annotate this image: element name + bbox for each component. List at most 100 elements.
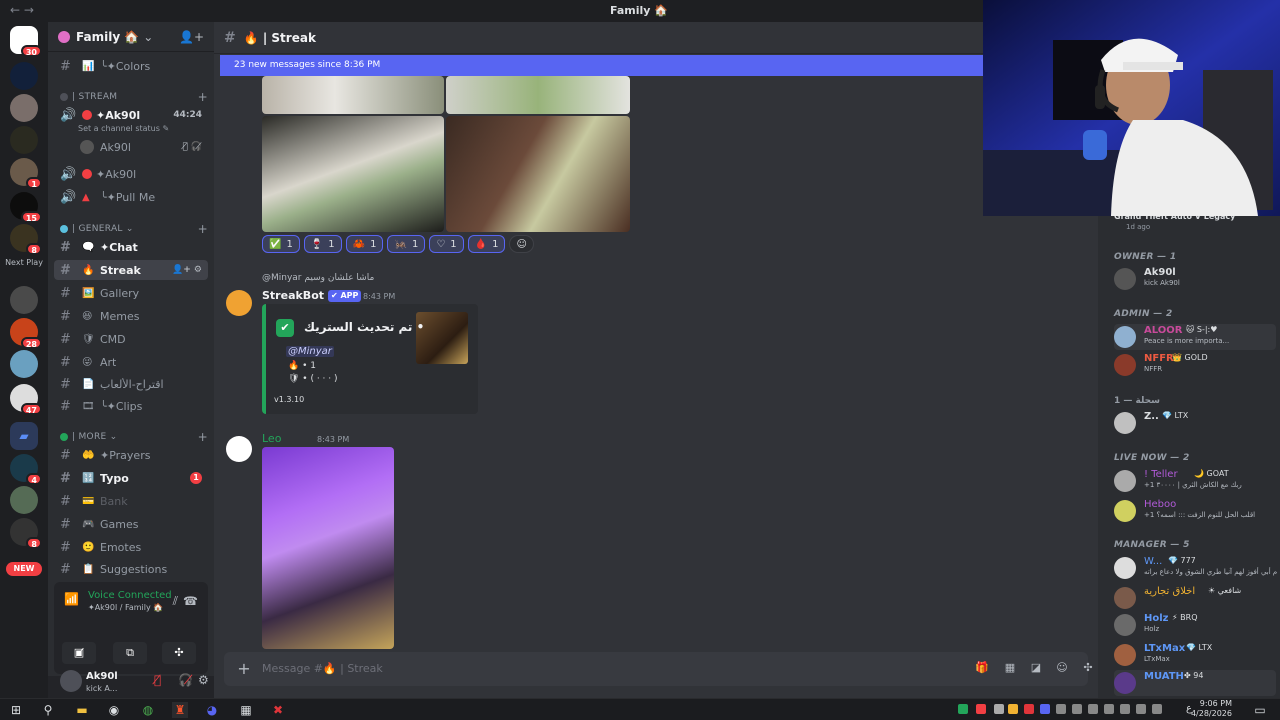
attachment-image[interactable] bbox=[446, 76, 630, 114]
channel-status[interactable]: Set a channel status ✎ bbox=[78, 124, 169, 133]
member-row[interactable]: ! Teller 🌙 GOAT +1 ربك مع الكاش الثري | … bbox=[1114, 468, 1276, 494]
channel-colors[interactable]: # 📊 ╰✦Colors bbox=[54, 56, 208, 76]
tray-icon[interactable] bbox=[994, 704, 1004, 714]
tray-icon[interactable] bbox=[1072, 704, 1082, 714]
user-mention[interactable]: @Minyar bbox=[286, 346, 334, 357]
author-name[interactable]: Leo bbox=[262, 432, 281, 445]
settings-icon[interactable]: 👤+ ⚙ bbox=[172, 265, 202, 275]
channel-art[interactable]: # 😜 Art bbox=[54, 352, 208, 372]
folder-icon[interactable]: ▰ bbox=[10, 422, 38, 450]
voice-channel-ak90l[interactable]: 🔊 ✦Ak90l 44:24 bbox=[54, 105, 208, 125]
tray-icon[interactable] bbox=[1136, 704, 1146, 714]
tray-icon[interactable] bbox=[1152, 704, 1162, 714]
attachment-image[interactable] bbox=[262, 447, 394, 649]
server-icon[interactable]: 8 bbox=[10, 224, 42, 255]
app-icon[interactable]: ▦ bbox=[238, 702, 254, 718]
server-icon[interactable]: 15 bbox=[10, 192, 42, 223]
tray-icon[interactable] bbox=[1040, 704, 1050, 714]
mic-muted-icon[interactable]: 🎙̸ bbox=[154, 673, 161, 687]
screen-share-button[interactable]: ⧉ bbox=[113, 642, 147, 664]
tray-icon[interactable] bbox=[1104, 704, 1114, 714]
member-row[interactable]: W... 💎 777 م أبي أفوز لهم آنيا طري الشوق… bbox=[1114, 555, 1277, 581]
member-row[interactable]: Heboo +1 اقلب الحل للنوم الزفت ::: اسمه؟ bbox=[1114, 498, 1276, 524]
avatar[interactable] bbox=[60, 670, 82, 692]
tray-icon[interactable] bbox=[958, 704, 968, 714]
gif-icon[interactable]: ▦ bbox=[1002, 661, 1018, 677]
activities-button[interactable]: ✣ bbox=[162, 642, 196, 664]
gift-icon[interactable]: 🎁 bbox=[974, 661, 990, 677]
server-icon[interactable] bbox=[10, 486, 38, 514]
file-explorer-icon[interactable]: ▬ bbox=[74, 702, 90, 718]
attachment-image[interactable] bbox=[262, 76, 444, 114]
brave-icon[interactable]: ♜ bbox=[172, 702, 188, 718]
channel-streak[interactable]: # 🔥 Streak 👤+ ⚙ bbox=[54, 260, 208, 280]
server-icon[interactable]: 28 bbox=[10, 318, 42, 349]
streakbot-avatar[interactable] bbox=[226, 290, 252, 316]
server-icon[interactable]: 47 bbox=[10, 384, 42, 415]
voice-channel-ak90l-2[interactable]: 🔊 ✦Ak90l bbox=[54, 164, 208, 184]
member-row[interactable]: Ak90l kick Ak90l bbox=[1114, 266, 1276, 292]
category-more[interactable]: | MORE ⌄ + bbox=[60, 430, 208, 444]
server-icon[interactable] bbox=[10, 62, 38, 90]
member-row[interactable]: اخلاق تجارية ☀ شافعي bbox=[1114, 585, 1276, 611]
tray-icon[interactable] bbox=[1024, 704, 1034, 714]
reaction[interactable]: 🩸 1 bbox=[467, 235, 506, 253]
tray-icon[interactable] bbox=[1056, 704, 1066, 714]
new-messages-bar[interactable]: 23 new messages since 8:36 PM bbox=[220, 55, 984, 76]
tray-icon[interactable] bbox=[1088, 704, 1098, 714]
category-stream[interactable]: | STREAM + bbox=[60, 90, 208, 104]
message-input[interactable]: Message #🔥 | Streak bbox=[262, 662, 383, 675]
member-row[interactable]: Z.. 💎 LTX bbox=[1114, 410, 1276, 436]
reaction[interactable]: ♡ 1 bbox=[429, 235, 464, 253]
bot-name[interactable]: StreakBot bbox=[262, 289, 324, 302]
history-nav[interactable]: ← → bbox=[10, 3, 34, 17]
server-icon[interactable] bbox=[10, 286, 38, 314]
add-member-icon[interactable]: 👤+ bbox=[179, 30, 204, 44]
sticker-icon[interactable]: ◪ bbox=[1028, 661, 1044, 677]
channel-games[interactable]: # 🎮 Games bbox=[54, 514, 208, 534]
search-icon[interactable]: ⚲ bbox=[40, 702, 56, 718]
member-row[interactable]: LTxMax 💎 LTX LTxMax bbox=[1114, 642, 1276, 668]
channel-gallery[interactable]: # 🖼️ Gallery bbox=[54, 283, 208, 303]
disconnect-icon[interactable]: ☎ bbox=[183, 594, 198, 608]
obs-icon[interactable]: ◉ bbox=[106, 702, 122, 718]
noise-suppression-icon[interactable]: ⫽ bbox=[173, 594, 178, 609]
reaction[interactable]: 🦀 1 bbox=[345, 235, 384, 253]
channel-suggestions[interactable]: # 📋 Suggestions bbox=[54, 559, 208, 579]
emoji-icon[interactable]: ☺ bbox=[1054, 661, 1070, 677]
gear-icon[interactable]: ⚙ bbox=[198, 673, 209, 687]
next-play-label[interactable]: Next Play bbox=[4, 258, 44, 268]
discord-icon[interactable]: ◕ bbox=[204, 702, 220, 718]
server-icon[interactable] bbox=[10, 94, 38, 122]
channel-cmd[interactable]: # 🛡 CMD bbox=[54, 329, 208, 349]
server-icon[interactable] bbox=[10, 126, 38, 154]
add-reaction-button[interactable]: ☺ bbox=[509, 235, 534, 253]
channel-clips[interactable]: # 🎞 ╰✦Clips bbox=[54, 396, 208, 416]
channel-typo[interactable]: # 🔢 Typo 1 bbox=[54, 468, 208, 488]
voice-user[interactable]: Ak90l 🎙̸ 🎧̸ bbox=[74, 137, 208, 157]
notification-icon[interactable]: ▭ bbox=[1252, 702, 1268, 718]
leo-avatar[interactable] bbox=[226, 436, 252, 462]
start-icon[interactable]: ⊞ bbox=[8, 702, 24, 718]
channel-memes[interactable]: # 😆 Memes bbox=[54, 306, 208, 326]
user-name[interactable]: Ak90l bbox=[86, 671, 118, 682]
voice-status[interactable]: Voice Connected bbox=[88, 590, 172, 601]
server-icon[interactable] bbox=[10, 350, 38, 378]
tray-icon[interactable] bbox=[1008, 704, 1018, 714]
add-channel-icon[interactable]: + bbox=[198, 90, 208, 104]
attachment-image[interactable] bbox=[446, 116, 630, 232]
system-clock[interactable]: 9:06 PM 4/28/2026 bbox=[1191, 699, 1232, 719]
apps-icon[interactable]: ✣ bbox=[1080, 661, 1096, 677]
channel-bank[interactable]: # 💳 Bank bbox=[54, 491, 208, 511]
member-row[interactable]: Holz ⚡ BRQ Holz bbox=[1114, 612, 1276, 638]
category-general[interactable]: | GENERAL ⌄ + bbox=[60, 222, 208, 236]
direct-messages-icon[interactable]: 30 bbox=[10, 26, 42, 57]
channel-prayers[interactable]: # 🤲 ✦Prayers bbox=[54, 445, 208, 465]
channel-emotes[interactable]: # 🙂 Emotes bbox=[54, 537, 208, 557]
server-icon[interactable]: 8 bbox=[10, 518, 42, 549]
reaction[interactable]: 🍷 1 bbox=[303, 235, 342, 253]
attachment-image[interactable] bbox=[262, 116, 444, 232]
reaction[interactable]: 🦗 1 bbox=[387, 235, 426, 253]
upload-button[interactable]: + bbox=[234, 659, 254, 679]
add-channel-icon[interactable]: + bbox=[198, 222, 208, 236]
